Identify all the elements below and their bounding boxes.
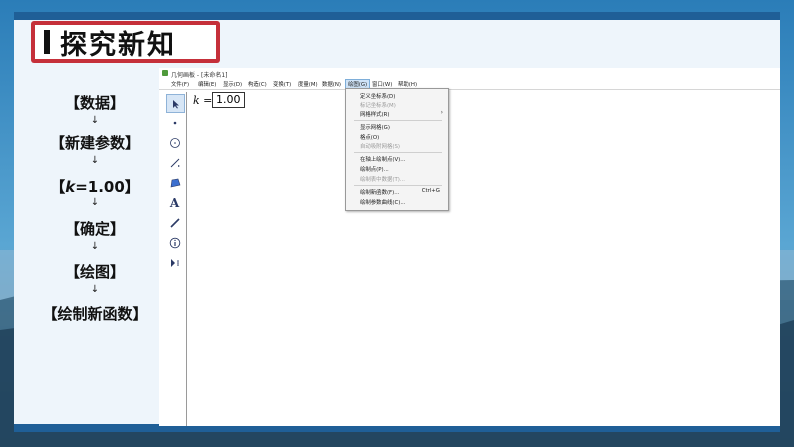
menu-plot-table-data[interactable]: 绘制表中数据(T)...: [360, 175, 405, 183]
step-k-value: 【k=1.00】: [30, 176, 160, 197]
window-titlebar: 几何画板 - [未命名1]: [159, 68, 780, 79]
menu-edit[interactable]: 编辑(E): [198, 80, 216, 88]
parameter-eq: =: [199, 94, 213, 107]
menu-measure[interactable]: 度量(M): [298, 80, 318, 88]
menu-plot-points[interactable]: 绘制点(P)...: [360, 165, 389, 173]
menu-grid-points[interactable]: 格点(O): [360, 133, 379, 141]
menu-show-grid[interactable]: 显示网格(G): [360, 123, 390, 131]
menu-plot-new-function[interactable]: 绘制新函数(F)...: [360, 188, 399, 196]
menubar: 文件(F) 编辑(E) 显示(D) 构造(C) 变换(T) 度量(M) 数据(N…: [159, 79, 780, 90]
title-bar-icon: [44, 30, 50, 54]
window-title: 几何画板 - [未命名1]: [171, 72, 228, 79]
custom-tool-icon[interactable]: [166, 254, 183, 271]
menu-plot-point-on-axis[interactable]: 在轴上绘制点(V)...: [360, 155, 405, 163]
step-confirm: 【确定】: [64, 220, 125, 238]
menu-mark-coordinate-system[interactable]: 标记坐标系(M): [360, 101, 396, 109]
app-logo-icon: [162, 70, 168, 76]
arrow-down-icon: ↓: [90, 155, 100, 166]
arrow-down-icon: ↓: [90, 284, 100, 295]
menu-separator: [354, 152, 442, 153]
compass-icon[interactable]: [166, 134, 183, 151]
menu-transform[interactable]: 变换(T): [273, 80, 291, 88]
shortcut-label: Ctrl+G: [421, 188, 440, 194]
menu-number[interactable]: 数据(N): [322, 80, 341, 88]
straightedge-icon[interactable]: [166, 154, 183, 171]
app-window: 几何画板 - [未命名1] 文件(F) 编辑(E) 显示(D) 构造(C) 变换…: [159, 68, 780, 426]
arrow-down-icon: ↓: [90, 197, 100, 208]
parameter-label[interactable]: k =: [193, 94, 212, 107]
graph-menu-dropdown: 定义坐标系(D) 标记坐标系(M) 网格样式(R) › 显示网格(G) 格点(O…: [345, 88, 449, 211]
title-banner: 探究新知: [35, 25, 216, 61]
text-icon[interactable]: A: [166, 194, 183, 211]
chevron-right-icon: ›: [440, 109, 443, 116]
page-title: 探究新知: [60, 29, 176, 61]
menu-separator: [354, 120, 442, 121]
point-icon[interactable]: [166, 114, 183, 131]
marker-icon[interactable]: [166, 214, 183, 231]
menu-define-coordinate-system[interactable]: 定义坐标系(D): [360, 92, 395, 100]
arrow-down-icon: ↓: [90, 115, 100, 126]
menu-plot-parametric-curve[interactable]: 绘制参数曲线(C)...: [360, 198, 405, 206]
parameter-var: k: [193, 94, 200, 107]
step-k-rest: =1.00】: [75, 178, 140, 196]
sketch-canvas[interactable]: k = 1.00: [187, 92, 780, 426]
menu-file[interactable]: 文件(F): [171, 80, 189, 88]
step-new-parameter: 【新建参数】: [49, 134, 140, 152]
menu-help[interactable]: 帮助(H): [398, 80, 417, 88]
menu-construct[interactable]: 构造(C): [248, 80, 267, 88]
parameter-value-box[interactable]: 1.00: [212, 92, 245, 108]
info-icon[interactable]: [166, 234, 183, 251]
arrow-select-icon[interactable]: [166, 94, 185, 113]
step-k-prefix: 【: [50, 178, 66, 196]
polygon-icon[interactable]: [166, 174, 183, 191]
step-graph: 【绘图】: [64, 263, 125, 281]
step-plot-new-function: 【绘制新函数】: [42, 305, 148, 323]
menu-separator: [354, 185, 442, 186]
menu-display[interactable]: 显示(D): [223, 80, 242, 88]
toolbox: A: [164, 92, 187, 426]
menu-window[interactable]: 窗口(W): [372, 80, 392, 88]
menu-grid-style[interactable]: 网格样式(R): [360, 110, 390, 118]
step-data: 【数据】: [64, 94, 125, 112]
arrow-down-icon: ↓: [90, 241, 100, 252]
step-k-var: k: [65, 178, 76, 196]
frame-top-strip: [14, 12, 780, 20]
menu-snap-to-grid[interactable]: 自动吸附网格(S): [360, 142, 400, 150]
